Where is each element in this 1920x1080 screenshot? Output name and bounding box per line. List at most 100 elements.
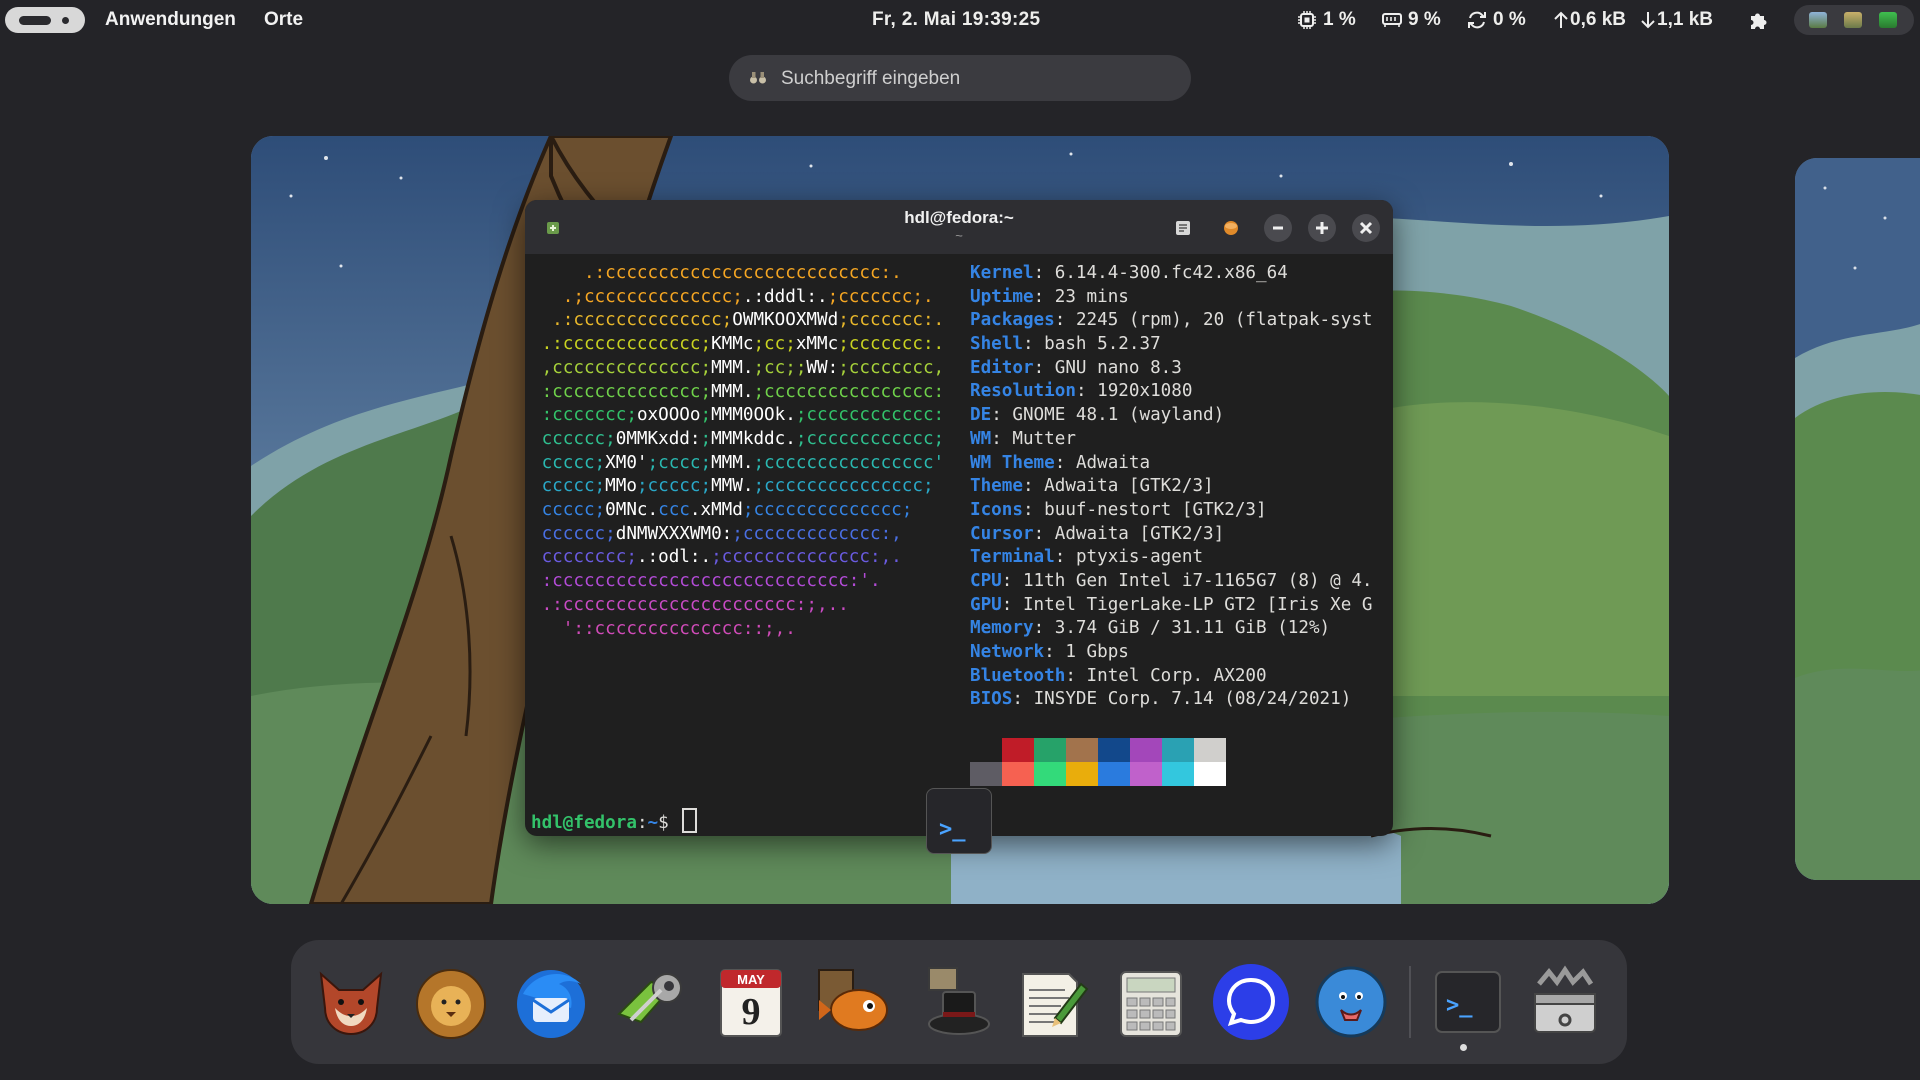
palette-swatch [1194,762,1226,786]
info-value: INSYDE Corp. 7.14 (08/24/2021) [1033,689,1352,710]
info-row: WM: Mutter [970,428,1388,452]
ascii-line: ccccc;MMo;ccccc;MMW.;ccccccccccccccc; [531,475,944,499]
maximize-icon [1316,222,1328,234]
thunderbird-mail-icon[interactable] [509,960,593,1044]
calendar-icon[interactable]: MAY 9 [709,960,793,1044]
info-row: BIOS: INSYDE Corp. 7.14 (08/24/2021) [970,688,1388,712]
info-row: Shell: bash 5.2.37 [970,333,1388,357]
info-separator: : [1054,310,1076,331]
memory-usage-value: 9 % [1408,9,1441,30]
ascii-line: .:ccccccccccccc;KMMc;cc;xMMc;ccccccc:. [531,333,945,357]
ascii-line: cccccc;0MMKxdd:;MMMkddc.;cccccccccccc; [531,428,945,452]
info-row: Editor: GNU nano 8.3 [970,357,1388,381]
swap-indicator[interactable]: 0 % [1467,9,1526,31]
cpu-indicator[interactable]: 1 % [1297,9,1356,31]
ascii-line: .:cccccccccccccc;OWMKOOXMWd;ccccccc:. [531,309,944,333]
calendar-month: MAY [737,972,765,987]
software-toolbox-icon[interactable] [1523,960,1607,1044]
info-value: Adwaita [1075,452,1151,473]
extensions-icon[interactable] [1748,9,1770,37]
activities-button[interactable] [5,7,85,33]
ascii-fragment: ;cccccccc, [838,357,945,378]
ascii-fragment: XM0' [605,452,648,473]
text-editor-icon[interactable] [1009,960,1093,1044]
info-value: buuf-nestort [GTK2/3] [1044,499,1267,520]
search-input[interactable] [779,65,1163,93]
ascii-line: ccccc;XM0';cccc;MMM.;cccccccccccccccc' [531,452,945,476]
palette-swatch [1130,738,1162,762]
ascii-line: :cccccccccccccccccccccccccccc:'. [531,570,944,594]
tray-app-icon[interactable] [1809,12,1827,28]
ascii-fragment: ;ccccccc:. [838,310,945,331]
chat-bubble-icon[interactable] [1309,960,1393,1044]
download-indicator[interactable]: 1,1 kB [1641,9,1713,31]
fox-browser-icon[interactable] [309,960,393,1044]
tab-overview-icon[interactable] [1174,219,1192,237]
magic-hat-icon[interactable] [909,960,993,1044]
clock[interactable]: Fr, 2. Mai 19:39:25 [872,9,1040,31]
calculator-icon[interactable] [1109,960,1193,1044]
memory-indicator[interactable]: 9 % [1382,9,1441,31]
ascii-fragment: ccccc; [531,452,606,473]
ascii-fragment: .:cccccccccccccc; [531,310,733,331]
tray-app-icon[interactable] [1844,12,1862,28]
terminal-window[interactable]: hdl@fedora:~ ~ .:ccccccccccccccccccccccc… [525,200,1393,836]
info-key: Bluetooth [970,665,1066,686]
palette-swatch [1066,738,1098,762]
lion-icon[interactable] [409,960,493,1044]
info-key: GPU [970,594,1002,615]
ascii-fragment: ;ccccccc:. [838,334,945,355]
shell-prompt[interactable]: hdl@fedora:~$ [531,808,698,836]
info-separator: : [991,405,1013,426]
info-value: Mutter [1012,428,1076,449]
info-separator: : [1001,570,1023,591]
signal-messenger-icon[interactable] [1209,960,1293,1044]
info-row: Network: 1 Gbps [970,641,1388,665]
info-row: Theme: Adwaita [GTK2/3] [970,475,1388,499]
tray-app-icon[interactable] [1879,12,1897,28]
ascii-fragment: ;cccccccccccccccc' [753,452,945,473]
ascii-fragment: :ccccccc; [531,405,637,426]
ascii-fragment: ; [700,405,712,426]
info-row: Bluetooth: Intel Corp. AX200 [970,665,1388,689]
ascii-line: ccccc;0MNc.ccc.xMMd;cccccccccccccc; [531,499,944,523]
info-key: BIOS [970,689,1013,710]
applications-menu[interactable]: Anwendungen [105,9,236,31]
info-separator: : [1033,618,1055,639]
cpu-usage-value: 1 % [1323,9,1356,30]
maximize-button[interactable] [1308,214,1336,242]
palette-swatch [1162,738,1194,762]
fish-app-icon[interactable] [809,960,893,1044]
keys-icon[interactable] [609,960,693,1044]
close-button[interactable] [1352,214,1380,242]
upload-indicator[interactable]: 0,6 kB [1554,9,1626,31]
info-value: ptyxis-agent [1075,547,1204,568]
window-subtitle: ~ [955,228,963,243]
dock: MAY 9 >_ [291,940,1627,1064]
ascii-fragment: ;cccccccccccccccc: [753,381,945,402]
workspace-thumbnail-next[interactable] [1795,158,1920,880]
ascii-fragment: ccc [658,500,690,521]
info-row: Kernel: 6.14.4-300.fc42.x86_64 [970,262,1388,286]
minimize-button[interactable] [1264,214,1292,242]
terminal-headerbar[interactable]: hdl@fedora:~ ~ [525,200,1393,254]
system-info: Kernel: 6.14.4-300.fc42.x86_64 Uptime: 23… [970,262,1388,712]
info-value: GNU nano 8.3 [1054,357,1182,378]
info-value: GNOME 48.1 (wayland) [1012,405,1225,426]
menu-icon[interactable] [1222,219,1240,237]
color-palette [970,738,1226,786]
info-key: Packages [970,310,1055,331]
info-row: Uptime: 23 mins [970,286,1388,310]
ascii-fragment: ;cc;; [753,357,807,378]
palette-swatch [1098,738,1130,762]
info-separator: : [1065,665,1087,686]
palette-swatch [1002,738,1034,762]
ascii-fragment: .:dddl:. [742,286,828,307]
terminal-output[interactable]: .:cccccccccccccccccccccccccc:. .;ccccccc… [531,262,1391,833]
terminal-icon[interactable]: >_ [1426,960,1510,1044]
palette-swatch [1194,738,1226,762]
upload-rate-value: 0,6 kB [1570,9,1626,30]
ascii-fragment: MMMkddc. [711,428,796,449]
info-separator: : [1033,263,1055,283]
places-menu[interactable]: Orte [264,9,303,31]
